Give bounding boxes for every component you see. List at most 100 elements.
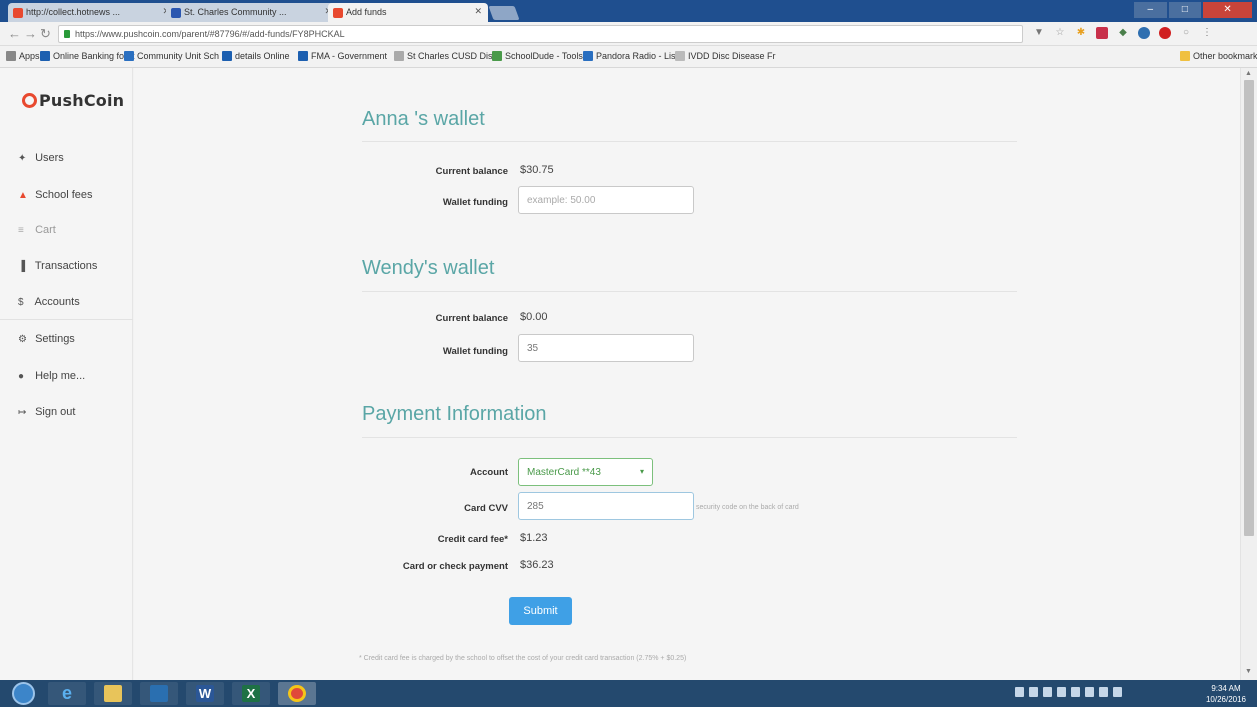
pushcoin-logo-icon [22,93,37,108]
taskbar-app-excel[interactable]: X [232,682,270,705]
brand-logo[interactable]: PushCoin [22,91,124,110]
extension-icon[interactable] [1096,27,1108,39]
browser-tab-1[interactable]: http://collect.hotnews ... ✕ [8,3,176,22]
tray-icon[interactable] [1043,687,1052,697]
sidebar-item-users[interactable]: ✦ Users [18,152,64,164]
current-balance-label: Current balance [435,313,508,324]
sidebar-item-help[interactable]: ● Help me... [18,370,85,382]
browser-tab-active[interactable]: Add funds ✕ [328,3,488,22]
extension-icon[interactable]: ○ [1180,27,1192,39]
tray-icon[interactable] [1015,687,1024,697]
sidebar-item-label: Sign out [35,406,76,418]
sidebar-item-accounts[interactable]: $ Accounts [18,296,80,308]
taskbar-app-ie[interactable]: e [48,682,86,705]
taskbar-app-explorer[interactable] [94,682,132,705]
minimize-icon[interactable]: – [1134,2,1167,18]
wallet-funding-input[interactable]: 35 [518,334,694,362]
tray-icon[interactable] [1057,687,1066,697]
credit-card-fee-value: $1.23 [520,532,548,544]
help-icon: ● [18,371,25,382]
reload-icon[interactable]: ↻ [40,26,51,42]
card-cvv-input[interactable]: 285 [518,492,694,520]
tab-favicon-icon [171,8,181,18]
volume-icon[interactable] [1113,687,1122,697]
tray-icon[interactable] [1071,687,1080,697]
cvv-help-text: security code on the back of card [696,504,799,511]
funnel-icon[interactable]: ▼ [1033,27,1045,39]
submit-button[interactable]: Submit [509,597,572,625]
maximize-icon[interactable]: □ [1168,2,1202,18]
scroll-down-icon[interactable]: ▼ [1245,668,1252,675]
section-divider [362,437,1017,438]
bookmark-favicon-icon [583,51,593,61]
forward-arrow-icon[interactable]: → [24,26,37,41]
start-button[interactable] [12,682,35,705]
scrollbar-thumb[interactable] [1244,80,1254,536]
other-bookmarks[interactable]: Other bookmarks [1180,51,1257,61]
bookmark-favicon-icon [40,51,50,61]
media-player-icon [150,685,168,702]
word-icon: W [196,685,214,702]
account-select[interactable]: MasterCard **43 ▾ [518,458,653,486]
users-icon: ✦ [18,153,27,164]
bookmark-item[interactable]: FMA - Government [298,51,387,61]
account-label: Account [470,467,508,478]
section-divider [362,141,1017,142]
sidebar-item-sign-out[interactable]: ↦ Sign out [18,406,75,418]
close-icon[interactable]: ✕ [474,6,482,17]
dollar-icon: $ [18,297,24,308]
taskbar-app-word[interactable]: W [186,682,224,705]
bookmark-favicon-icon [298,51,308,61]
page-scrollbar[interactable]: ▲ ▼ [1240,68,1257,680]
current-balance-value: $0.00 [520,311,548,323]
taskbar-app-chrome[interactable] [278,682,316,705]
card-cvv-label: Card CVV [464,503,508,514]
current-balance-label: Current balance [435,166,508,177]
adblock-icon[interactable] [1159,27,1171,39]
browser-tab-label: Add funds [346,7,387,17]
sidebar-item-settings[interactable]: ⚙ Settings [18,333,75,345]
bookmark-item[interactable]: Online Banking for It [40,51,135,61]
close-window-icon[interactable]: ✕ [1203,2,1253,18]
bookmark-favicon-icon [124,51,134,61]
tray-icon[interactable] [1085,687,1094,697]
wallet-funding-input[interactable]: example: 50.00 [518,186,694,214]
sidebar-item-transactions[interactable]: ▐ Transactions [18,260,97,272]
address-bar[interactable]: https://www.pushcoin.com/parent/#87796/#… [58,25,1023,43]
menu-icon[interactable]: ⋮ [1201,27,1213,39]
taskbar-app-media[interactable] [140,682,178,705]
tray-icon[interactable] [1029,687,1038,697]
sidebar-item-cart[interactable]: ≡ Cart [18,224,56,236]
sidebar-item-label: Help me... [35,370,86,382]
section-divider [362,291,1017,292]
bookmark-item[interactable]: details Online [222,51,290,61]
taskbar-clock[interactable]: 9:34 AM 10/26/2016 [1200,683,1252,705]
clock-date: 10/26/2016 [1205,695,1247,704]
extension-icon[interactable]: ◆ [1117,27,1129,39]
bookmark-item[interactable]: SchoolDude - Tools [492,51,583,61]
back-arrow-icon[interactable]: ← [8,26,21,41]
bookmark-item[interactable]: Pandora Radio - Lis [583,51,676,61]
total-payment-value: $36.23 [520,559,554,571]
sign-out-icon: ↦ [18,407,27,418]
bookmark-favicon-icon [492,51,502,61]
bookmark-item[interactable]: Apps [6,51,40,61]
new-tab-button[interactable] [488,6,520,20]
extension-icon[interactable] [1138,27,1150,39]
bookmark-item[interactable]: IVDD Disc Disease Fr [675,51,776,61]
star-icon[interactable]: ☆ [1054,27,1066,39]
fee-footnote: * Credit card fee is charged by the scho… [359,655,687,662]
sidebar-item-school-fees[interactable]: ▲ School fees [18,189,93,201]
main-content: Anna 's wallet Current balance $30.75 Wa… [134,68,1240,680]
browser-tab-strip: http://collect.hotnews ... ✕ St. Charles… [0,0,1257,22]
chevron-down-icon: ▾ [639,467,644,476]
sidebar-item-label: Transactions [34,260,98,272]
apps-icon [6,51,16,61]
network-icon[interactable] [1099,687,1108,697]
extension-icon[interactable]: ✱ [1075,27,1087,39]
folder-icon [1180,51,1190,61]
browser-tab-2[interactable]: St. Charles Community ... ✕ [166,3,338,22]
bookmark-item[interactable]: Community Unit Sch [124,51,219,61]
scroll-up-icon[interactable]: ▲ [1245,70,1252,77]
bookmark-item[interactable]: St Charles CUSD Dis [394,51,493,61]
